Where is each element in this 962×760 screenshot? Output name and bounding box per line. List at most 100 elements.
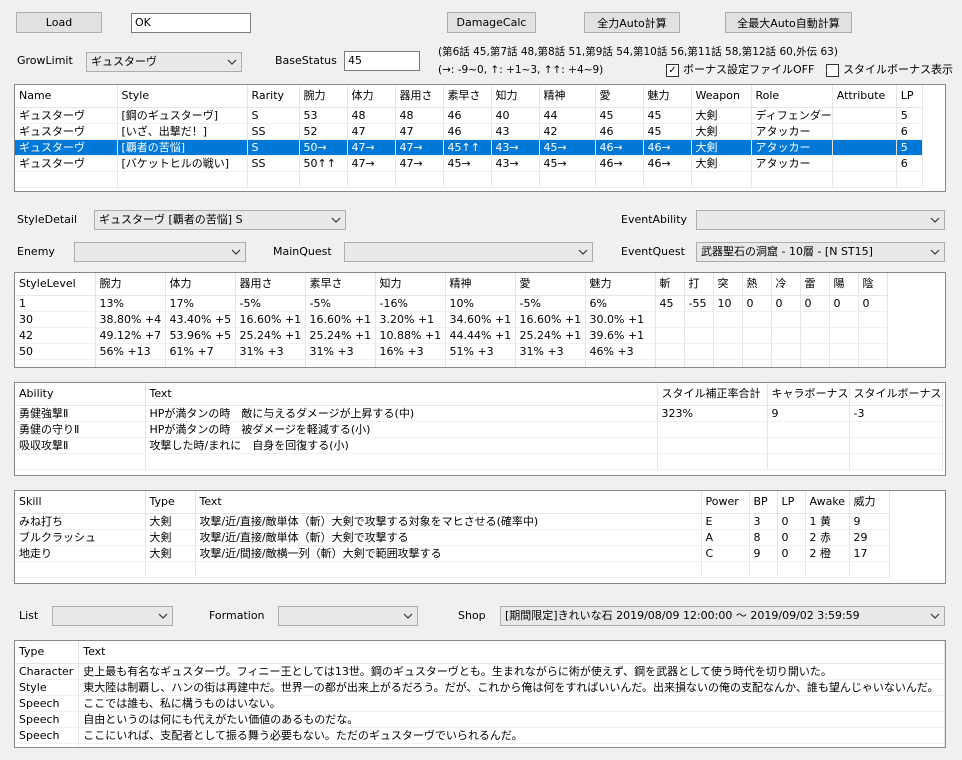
enemy-select[interactable] xyxy=(74,242,246,262)
col-cold[interactable]: 冷 xyxy=(771,273,801,296)
col-blunt[interactable]: 打 xyxy=(684,273,714,296)
event-quest-select[interactable]: 武器聖石の洞窟 - 10層 - [N ST15] xyxy=(696,242,945,262)
table-cell: 25.24% +1 xyxy=(235,327,306,344)
damage-calc-button[interactable]: DamageCalc xyxy=(447,12,536,33)
style-row[interactable]: ギュスターヴ [いざ、出撃だ！] SS 52 47 47 46 43 42 46 45 大剣 アタッカー… xyxy=(15,123,923,140)
col-heat[interactable]: 熱 xyxy=(742,273,772,296)
col-ability[interactable]: Ability xyxy=(15,383,146,406)
col-dex[interactable]: 器用さ xyxy=(395,85,444,108)
skill-row[interactable]: みね打ち 大剣 攻撃/近/直接/敵単体（斬）大剣で攻撃する対象をマヒさせる(確率中)… xyxy=(15,513,890,530)
col-style-rate-total[interactable]: スタイル補正率合計 xyxy=(657,383,768,406)
level-row[interactable]: 30 38.80% +4 43.40% +5 16.60% +1 16.60% +1 3.… xyxy=(15,311,888,328)
col-style-bonus[interactable]: スタイルボーナス xyxy=(849,383,943,406)
col-name[interactable]: Name xyxy=(15,85,118,108)
text-row[interactable]: Speech ここでは誰も、私に構うものはいない。 xyxy=(15,695,945,712)
col-style[interactable]: Style xyxy=(117,85,248,108)
col-str[interactable]: 腕力 xyxy=(95,273,166,296)
col-agi[interactable]: 素早さ xyxy=(443,85,492,108)
formation-label: Formation xyxy=(209,609,265,622)
col-love[interactable]: 愛 xyxy=(595,85,644,108)
text-row[interactable]: Speech 自由というのは何にも代えがたい価値のあるものだな。 xyxy=(15,711,945,728)
styles-grid[interactable]: Name Style Rarity 腕力 体力 器用さ 素早さ 知力 精神 愛 … xyxy=(14,84,946,192)
table-cell xyxy=(800,311,830,328)
ability-row[interactable]: 勇健強撃Ⅱ HPが満タンの時 敵に与えるダメージが上昇する(中) 323% 9 -3 xyxy=(15,405,943,422)
main-quest-select[interactable] xyxy=(344,242,593,262)
col-style-level[interactable]: StyleLevel xyxy=(15,273,96,296)
level-row[interactable]: 1 13% 17% -5% -5% -16% 10% -5% 6% 45 -55 10 0 0 0 0 0 xyxy=(15,295,888,312)
col-bp[interactable]: BP xyxy=(749,491,778,514)
ability-row[interactable]: 勇健の守りⅡ HPが満タンの時 被ダメージを軽減する(小) xyxy=(15,421,943,438)
level-row[interactable]: 50 56% +13 61% +7 31% +3 31% +3 16% +3 51% +3 3… xyxy=(15,343,888,360)
text-grid[interactable]: Type Text Character 史上最も有名なギュスターヴ。フィニー王とし… xyxy=(14,640,946,748)
table-cell xyxy=(767,421,850,438)
col-dex[interactable]: 器用さ xyxy=(235,273,306,296)
col-power[interactable]: Power xyxy=(701,491,750,514)
table-cell: -3 xyxy=(849,405,943,422)
style-level-grid[interactable]: StyleLevel 腕力 体力 器用さ 素早さ 知力 精神 愛 魅力 斬 打 … xyxy=(14,272,946,368)
col-spi[interactable]: 精神 xyxy=(539,85,596,108)
text-row[interactable]: Style 東大陸は制覇し、ハンの街は再建中だ。世界一の都が出来上がるだろう。だが… xyxy=(15,679,945,696)
grow-limit-select[interactable]: ギュスターヴ xyxy=(86,52,242,72)
col-lp[interactable]: LP xyxy=(896,85,923,108)
style-row[interactable]: ギュスターヴ [鋼のギュスターヴ] S 53 48 48 46 40 44 45 45 大剣 ディフェン… xyxy=(15,107,923,124)
col-attribute[interactable]: Attribute xyxy=(832,85,897,108)
col-slash[interactable]: 斬 xyxy=(655,273,685,296)
col-skill[interactable]: Skill xyxy=(15,491,146,514)
style-level-table: StyleLevel 腕力 体力 器用さ 素早さ 知力 精神 愛 魅力 斬 打 … xyxy=(15,273,888,367)
col-int[interactable]: 知力 xyxy=(491,85,540,108)
level-row[interactable]: 42 49.12% +7 53.96% +5 25.24% +1 25.24% +1 10… xyxy=(15,327,888,344)
col-cha[interactable]: 魅力 xyxy=(585,273,656,296)
col-love[interactable]: 愛 xyxy=(515,273,586,296)
col-thunder[interactable]: 雷 xyxy=(800,273,830,296)
bonus-file-off-checkbox[interactable]: ✓ xyxy=(666,64,679,77)
full-auto-calc-button[interactable]: 全力Auto計算 xyxy=(584,12,680,33)
col-role[interactable]: Role xyxy=(751,85,833,108)
col-chara-bonus[interactable]: キャラボーナス xyxy=(767,383,850,406)
formation-select[interactable] xyxy=(278,606,418,626)
chevron-down-icon xyxy=(578,249,588,255)
load-status-field[interactable]: OK xyxy=(131,13,251,33)
col-type[interactable]: Type xyxy=(145,491,196,514)
skill-row[interactable]: ブルクラッシュ 大剣 攻撃/近/直接/敵単体（斬）大剣で攻撃する A 8 0 2 赤 29 xyxy=(15,529,890,546)
base-status-input[interactable]: 45 xyxy=(344,51,420,71)
load-button[interactable]: Load xyxy=(16,12,102,33)
col-rarity[interactable]: Rarity xyxy=(247,85,300,108)
list-select[interactable] xyxy=(52,606,173,626)
col-text[interactable]: Text xyxy=(78,641,945,664)
style-detail-select[interactable]: ギュスターヴ [覇者の苦悩] S xyxy=(94,210,346,230)
col-power-value[interactable]: 威力 xyxy=(849,491,890,514)
skill-grid[interactable]: Skill Type Text Power BP LP Awake 威力 みね打… xyxy=(14,490,946,584)
skill-row[interactable]: 地走り 大剣 攻撃/近/間接/敵横一列（斬）大剣で範囲攻撃する C 9 0 2 橙 17 xyxy=(15,545,890,562)
col-sun[interactable]: 陽 xyxy=(829,273,859,296)
table-cell: 0 xyxy=(771,295,801,312)
col-text[interactable]: Text xyxy=(195,491,702,514)
col-awake[interactable]: Awake xyxy=(805,491,850,514)
event-ability-select[interactable] xyxy=(696,210,945,230)
style-row[interactable]: ギュスターヴ [覇者の苦悩] S 50→ 47→ 47→ 45↑↑ 43→ 45→ 46→ 46→ 大… xyxy=(15,139,923,156)
text-row[interactable]: Character 史上最も有名なギュスターヴ。フィニー王としては13世。鋼のギュ… xyxy=(15,663,945,680)
col-text[interactable]: Text xyxy=(145,383,658,406)
ability-grid[interactable]: Ability Text スタイル補正率合計 キャラボーナス スタイルボーナス … xyxy=(14,382,946,476)
base-status-label: BaseStatus xyxy=(275,54,337,67)
shop-select[interactable]: [期間限定]きれいな石 2019/08/09 12:00:00 ～ 2019/0… xyxy=(500,606,945,626)
ability-row[interactable]: 吸収攻撃Ⅱ 攻撃した時/まれに 自身を回復する(小) xyxy=(15,437,943,454)
col-weapon[interactable]: Weapon xyxy=(691,85,752,108)
col-int[interactable]: 知力 xyxy=(375,273,446,296)
col-spi[interactable]: 精神 xyxy=(445,273,516,296)
col-vit[interactable]: 体力 xyxy=(347,85,396,108)
style-bonus-checkbox[interactable] xyxy=(826,64,839,77)
col-cha[interactable]: 魅力 xyxy=(643,85,692,108)
table-cell: 2 赤 xyxy=(805,529,850,546)
col-pierce[interactable]: 突 xyxy=(713,273,743,296)
col-vit[interactable]: 体力 xyxy=(165,273,236,296)
col-type[interactable]: Type xyxy=(15,641,80,664)
col-str[interactable]: 腕力 xyxy=(299,85,348,108)
event-ability-label: EventAbility xyxy=(621,213,688,226)
table-cell: 3 xyxy=(749,513,778,530)
max-auto-calc-button[interactable]: 全最大Auto自動計算 xyxy=(725,12,852,33)
text-row[interactable]: Speech ここにいれば、支配者として振る舞う必要もない。ただのギュスターヴでい… xyxy=(15,727,945,744)
col-agi[interactable]: 素早さ xyxy=(305,273,376,296)
style-row[interactable]: ギュスターヴ [バケットヒルの戦い] SS 50↑↑ 47→ 47→ 45→ 43→ 45→ 46… xyxy=(15,155,923,172)
col-lp[interactable]: LP xyxy=(777,491,806,514)
col-shadow[interactable]: 陰 xyxy=(858,273,888,296)
